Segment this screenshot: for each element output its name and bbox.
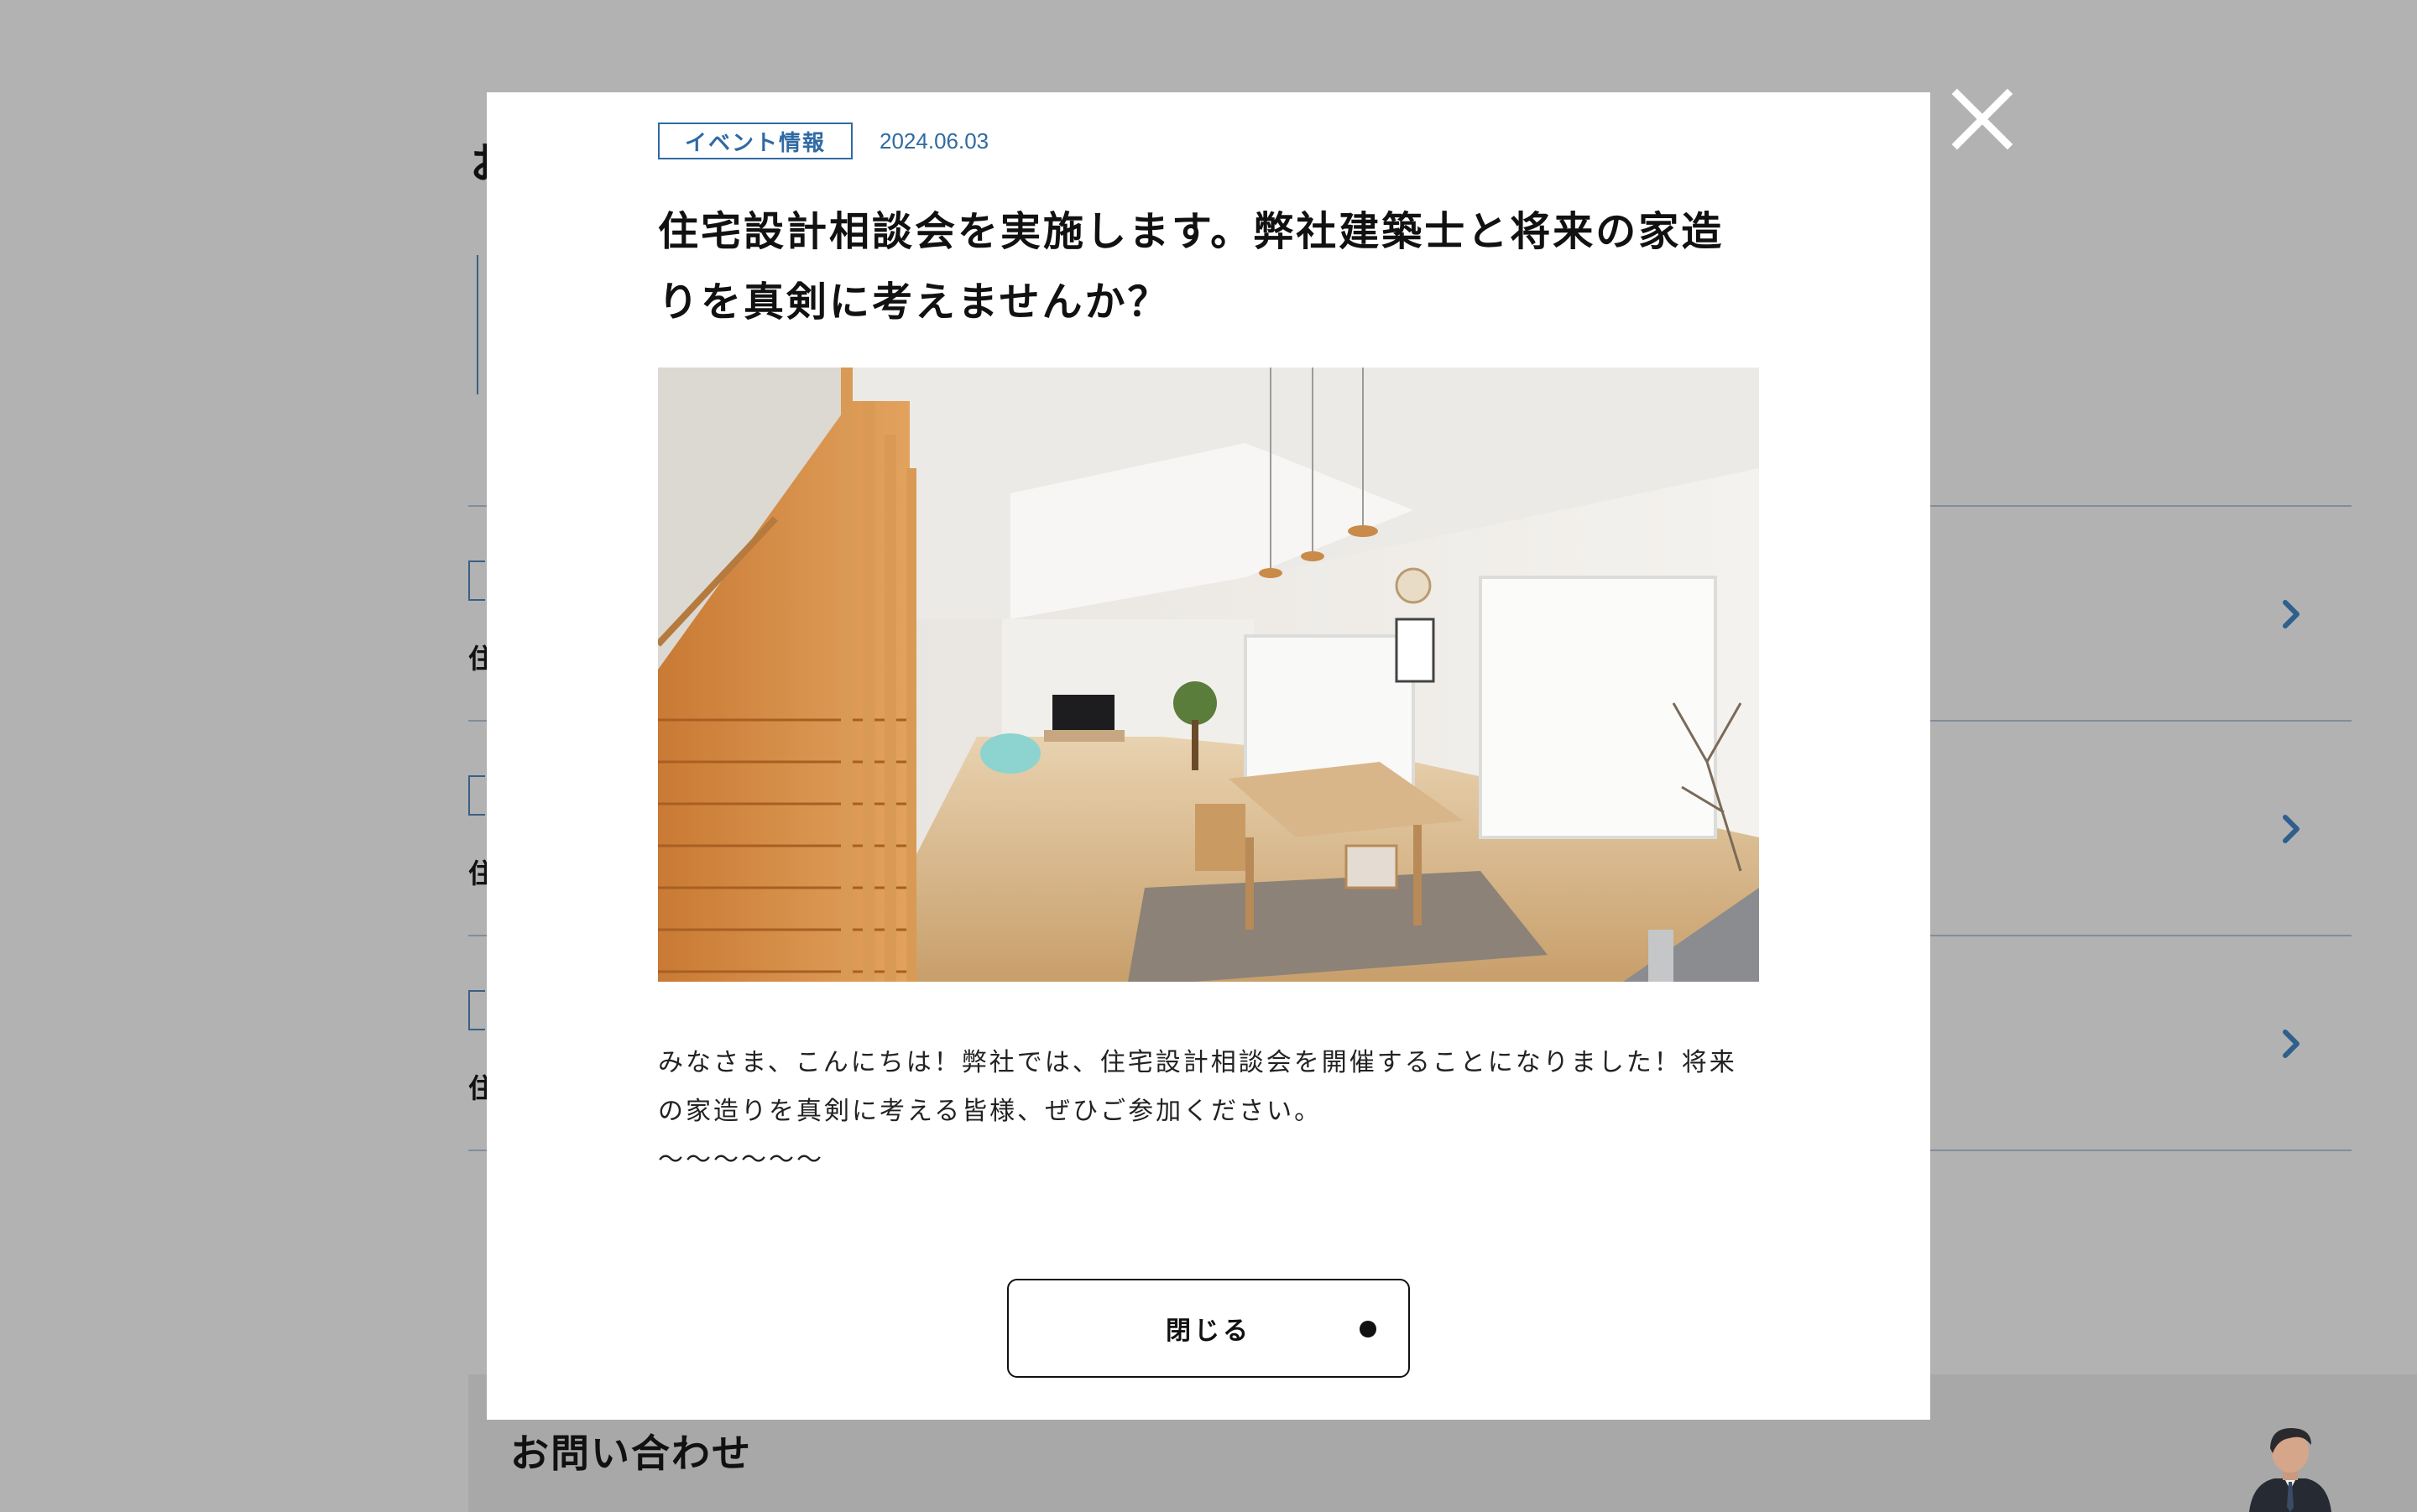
background-row-tag [468,560,485,601]
post-body-paragraph: 〜〜〜〜〜〜 [658,1145,824,1175]
category-badge: イベント情報 [658,123,854,159]
background-card-edge [477,255,483,394]
chevron-right-icon[interactable] [2279,1027,2305,1061]
modal-content: イベント情報 2024.06.03 住宅設計相談会を実施します。弊社建築士と将来… [658,119,1759,1185]
chevron-right-icon[interactable] [2279,597,2305,631]
post-body: みなさま、こんにちは！弊社では、住宅設計相談会を開催することになりました！将来の… [658,1039,1759,1185]
close-button[interactable]: 閉じる [1007,1279,1410,1378]
living-room-photo [658,368,1759,982]
post-body-paragraph: みなさま、こんにちは！弊社では、住宅設計相談会を開催することになりました！将来の… [658,1048,1737,1126]
post-meta: イベント情報 2024.06.03 [658,119,1759,163]
news-detail-modal: イベント情報 2024.06.03 住宅設計相談会を実施します。弊社建築士と将来… [487,92,1930,1420]
dot-icon [1360,1321,1376,1337]
close-x-icon[interactable] [1950,87,2014,151]
post-date: 2024.06.03 [880,128,989,154]
background-row-tag [468,990,485,1030]
close-button-label: 閉じる [1166,1316,1251,1346]
contact-title: お問い合わせ [510,1431,752,1476]
staff-avatar-icon [2249,1428,2331,1512]
background-row-tag [468,775,485,816]
post-title: 住宅設計相談会を実施します。弊社建築士と将来の家造りを真剣に考えませんか？ [658,208,1725,326]
chevron-right-icon[interactable] [2279,812,2305,846]
